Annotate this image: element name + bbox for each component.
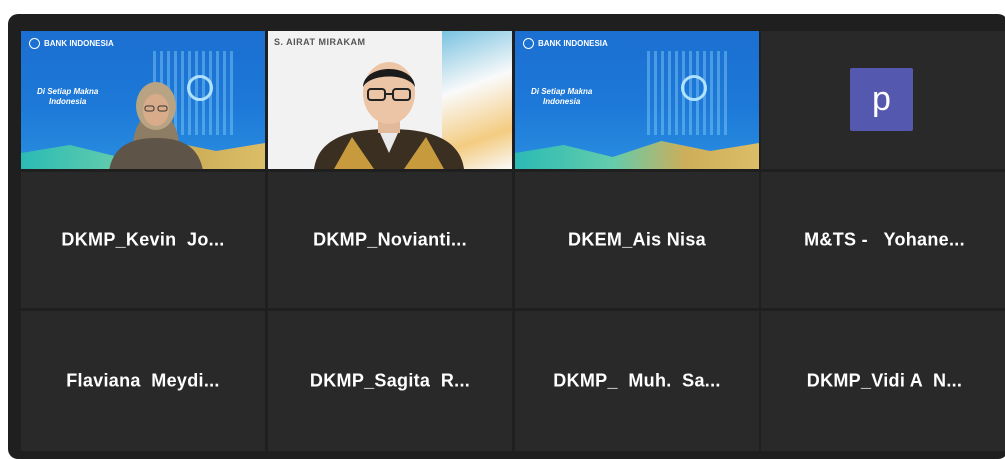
tagline-line-1: Di Setiap Makna bbox=[531, 87, 593, 96]
participant-avatar: p bbox=[850, 68, 913, 131]
participant-name: DKMP_ Muh. Sa... bbox=[553, 370, 721, 391]
bank-indonesia-logo: BANK INDONESIA bbox=[29, 38, 114, 49]
participant-video-person bbox=[314, 62, 464, 169]
participant-name: DKMP_Novianti... bbox=[313, 229, 467, 250]
participant-name: M&TS - Yohane... bbox=[804, 229, 965, 250]
logo-text: BANK INDONESIA bbox=[538, 39, 608, 48]
participant-tile[interactable]: DKEM_Ais Nisa bbox=[515, 172, 759, 308]
background-tagline: Di Setiap Makna Indonesia bbox=[37, 87, 98, 107]
participant-name: DKMP_Kevin Jo... bbox=[61, 229, 225, 250]
participant-name: DKMP_Vidi A N... bbox=[806, 370, 963, 391]
participant-tile[interactable]: DKMP_Vidi A N... bbox=[761, 311, 1005, 451]
participant-name: Flaviana Meydi... bbox=[66, 370, 220, 391]
participant-tile[interactable]: DKMP_Novianti... bbox=[268, 172, 512, 308]
background-tagline: Di Setiap Makna Indonesia bbox=[531, 87, 592, 107]
bank-indonesia-logo: BANK INDONESIA bbox=[523, 38, 608, 49]
video-tile-speaker-1[interactable]: BANK INDONESIA Di Setiap Makna Indonesia bbox=[21, 31, 265, 169]
video-tile-speaker-2[interactable]: S. AIRAT MIRAKAM bbox=[268, 31, 512, 169]
tagline-line-2: Indonesia bbox=[543, 97, 581, 106]
meeting-gallery-window: BANK INDONESIA Di Setiap Makna Indonesia… bbox=[8, 14, 1005, 459]
seal-icon bbox=[29, 38, 40, 49]
avatar-tile[interactable]: p bbox=[761, 31, 1005, 169]
participant-tile[interactable]: DKMP_Sagita R... bbox=[268, 311, 512, 451]
logo-text: BANK INDONESIA bbox=[44, 39, 114, 48]
background-emblem bbox=[681, 75, 707, 101]
video-tile-speaker-3[interactable]: BANK INDONESIA Di Setiap Makna Indonesia bbox=[515, 31, 759, 169]
participant-tile[interactable]: Flaviana Meydi... bbox=[21, 311, 265, 451]
tagline-line-1: Di Setiap Makna bbox=[37, 87, 99, 96]
participant-name: DKMP_Sagita R... bbox=[309, 370, 471, 391]
tagline-line-2: Indonesia bbox=[49, 97, 87, 106]
participant-tile[interactable]: DKMP_Kevin Jo... bbox=[21, 172, 265, 308]
participant-tile[interactable]: M&TS - Yohane... bbox=[761, 172, 1005, 308]
participant-video-person bbox=[109, 82, 203, 169]
seal-icon bbox=[523, 38, 534, 49]
makarim-logo: S. AIRAT MIRAKAM bbox=[274, 37, 366, 47]
participant-tile[interactable]: DKMP_ Muh. Sa... bbox=[515, 311, 759, 451]
participant-name: DKEM_Ais Nisa bbox=[568, 229, 706, 250]
